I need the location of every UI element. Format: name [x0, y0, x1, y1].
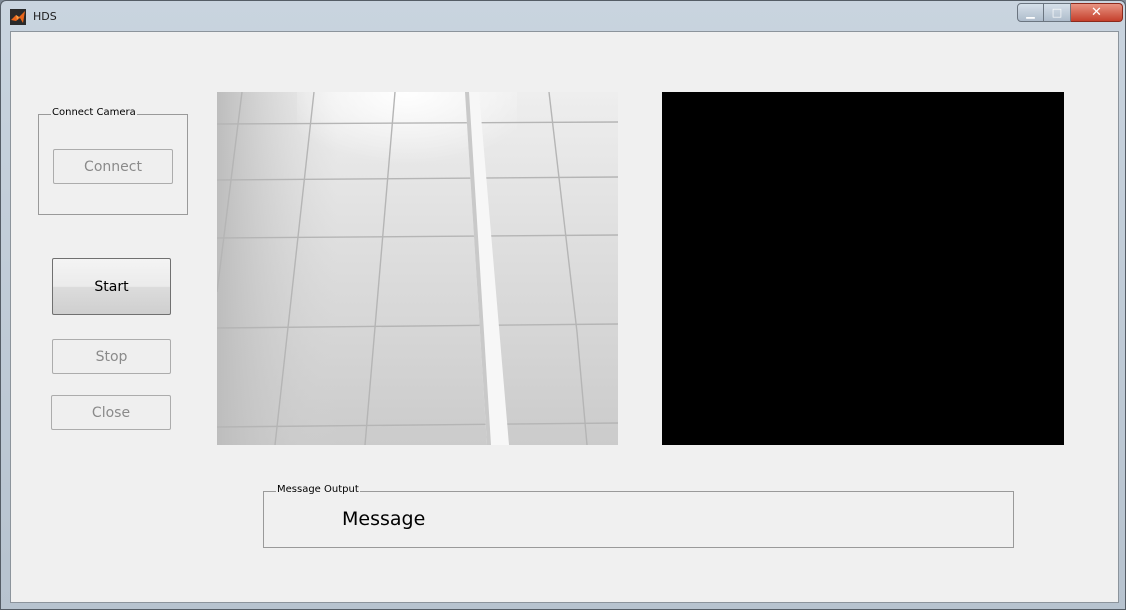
connect-camera-panel: Connect Camera Connect: [38, 107, 188, 215]
processed-output-view: [662, 92, 1064, 445]
minimize-button[interactable]: ▁: [1017, 3, 1044, 22]
start-button[interactable]: Start: [52, 258, 171, 315]
message-output-title: Message Output: [276, 484, 360, 495]
minimize-icon: ▁: [1026, 6, 1035, 19]
message-text: Message: [342, 508, 426, 530]
app-window: HDS ▁ □ ✕ Connect Camera Connect Start S…: [0, 0, 1126, 610]
connect-camera-title: Connect Camera: [51, 107, 137, 118]
close-button[interactable]: Close: [51, 395, 171, 430]
message-output-panel: Message Output Message: [263, 484, 1014, 548]
connect-button[interactable]: Connect: [53, 149, 173, 184]
camera-frame-image: [217, 92, 618, 445]
figure-client-area: Connect Camera Connect Start Stop Close: [10, 31, 1119, 603]
title-bar[interactable]: HDS ▁ □ ✕: [1, 1, 1125, 31]
window-controls: ▁ □ ✕: [1017, 3, 1123, 22]
matlab-logo-icon: [10, 9, 26, 25]
close-window-button[interactable]: ✕: [1071, 3, 1123, 22]
stop-button[interactable]: Stop: [52, 339, 171, 374]
camera-preview: [217, 92, 618, 445]
maximize-icon: □: [1051, 6, 1063, 19]
maximize-button[interactable]: □: [1044, 3, 1071, 22]
close-icon: ✕: [1091, 5, 1102, 20]
window-title: HDS: [33, 10, 57, 23]
